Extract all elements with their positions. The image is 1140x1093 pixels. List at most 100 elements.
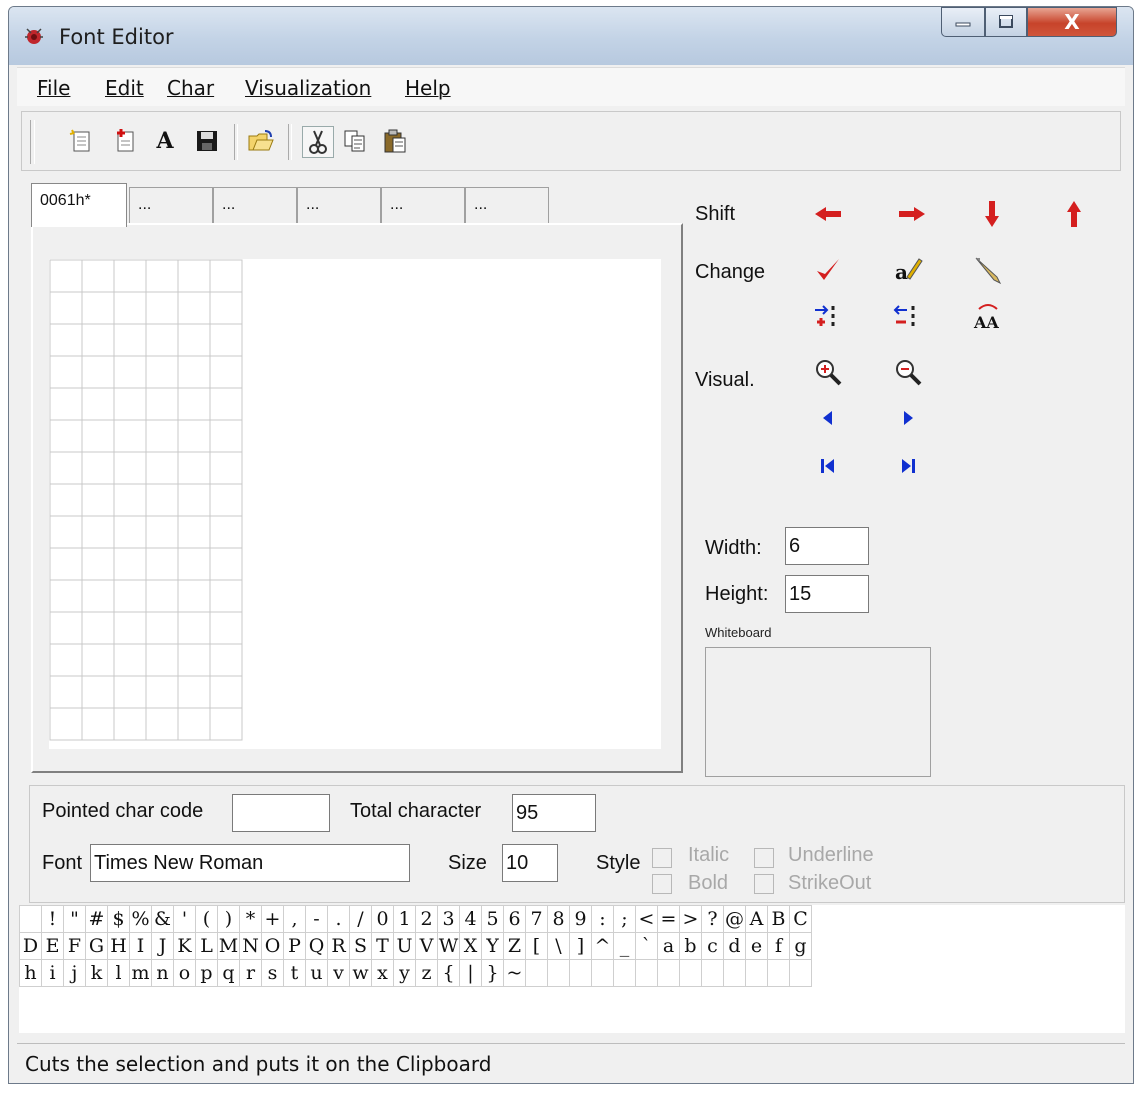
tab-empty-4[interactable]: ...: [381, 187, 465, 227]
pixel-cell[interactable]: [49, 515, 83, 549]
pixel-cell[interactable]: [145, 483, 179, 517]
charmap-cell[interactable]: Y: [481, 932, 504, 960]
charmap-cell[interactable]: T: [371, 932, 394, 960]
pixel-cell[interactable]: [81, 291, 115, 325]
menu-file[interactable]: File: [37, 76, 70, 100]
pixel-cell[interactable]: [145, 291, 179, 325]
underline-checkbox[interactable]: [754, 848, 774, 868]
charmap-cell[interactable]: #: [85, 905, 108, 933]
pixel-cell[interactable]: [145, 323, 179, 357]
pixel-cell[interactable]: [81, 547, 115, 581]
charmap-cell[interactable]: N: [239, 932, 262, 960]
pixel-cell[interactable]: [49, 259, 83, 293]
paste-button[interactable]: [380, 126, 410, 156]
minimize-button[interactable]: [941, 7, 985, 37]
shift-left-button[interactable]: [811, 197, 845, 231]
width-field[interactable]: [785, 527, 869, 565]
charmap-cell[interactable]: 5: [481, 905, 504, 933]
tab-0061h[interactable]: 0061h*: [31, 183, 127, 227]
charmap-cell[interactable]: f: [767, 932, 790, 960]
pixel-cell[interactable]: [177, 515, 211, 549]
charmap-cell[interactable]: !: [41, 905, 64, 933]
charmap-cell[interactable]: i: [41, 959, 64, 987]
zoom-out-button[interactable]: [891, 355, 925, 389]
open-button[interactable]: [246, 126, 276, 156]
insert-column-button[interactable]: [811, 299, 845, 333]
charmap-cell[interactable]: [789, 959, 812, 987]
first-char-button[interactable]: [811, 449, 845, 483]
pixel-cell[interactable]: [81, 643, 115, 677]
size-field[interactable]: [502, 844, 558, 882]
tab-empty-3[interactable]: ...: [297, 187, 381, 227]
pixel-cell[interactable]: [49, 707, 83, 741]
pixel-cell[interactable]: [145, 355, 179, 389]
charmap-cell[interactable]: [679, 959, 702, 987]
pixel-cell[interactable]: [209, 547, 243, 581]
charmap-cell[interactable]: [613, 959, 636, 987]
charmap-cell[interactable]: X: [459, 932, 482, 960]
new-from-font-button[interactable]: [110, 126, 140, 156]
charmap-cell[interactable]: u: [305, 959, 328, 987]
charmap-cell[interactable]: 4: [459, 905, 482, 933]
pixel-cell[interactable]: [49, 323, 83, 357]
charmap-cell[interactable]: .: [327, 905, 350, 933]
zoom-in-button[interactable]: [811, 355, 845, 389]
charmap-cell[interactable]: 2: [415, 905, 438, 933]
tab-empty-2[interactable]: ...: [213, 187, 297, 227]
pixel-cell[interactable]: [177, 611, 211, 645]
save-button[interactable]: [192, 126, 222, 156]
pixel-cell[interactable]: [49, 547, 83, 581]
pixel-cell[interactable]: [113, 547, 147, 581]
charmap-cell[interactable]: [723, 959, 746, 987]
cut-button[interactable]: [302, 126, 334, 158]
pixel-cell[interactable]: [113, 355, 147, 389]
pixel-cell[interactable]: [145, 675, 179, 709]
tab-empty-1[interactable]: ...: [129, 187, 213, 227]
strikeout-checkbox[interactable]: [754, 874, 774, 894]
charmap-cell[interactable]: K: [173, 932, 196, 960]
last-char-button[interactable]: [891, 449, 925, 483]
charmap-cell[interactable]: [701, 959, 724, 987]
pixel-grid[interactable]: [49, 259, 245, 743]
bold-checkbox[interactable]: [652, 874, 672, 894]
pixel-cell[interactable]: [209, 643, 243, 677]
shift-up-button[interactable]: [1057, 197, 1091, 231]
pixel-cell[interactable]: [209, 451, 243, 485]
charmap-cell[interactable]: M: [217, 932, 240, 960]
charmap-cell[interactable]: B: [767, 905, 790, 933]
pixel-cell[interactable]: [113, 643, 147, 677]
charmap-cell[interactable]: p: [195, 959, 218, 987]
charmap-cell[interactable]: E: [41, 932, 64, 960]
pixel-cell[interactable]: [113, 323, 147, 357]
pixel-cell[interactable]: [113, 483, 147, 517]
charmap-cell[interactable]: ,: [283, 905, 306, 933]
charmap-cell[interactable]: 6: [503, 905, 526, 933]
charmap-cell[interactable]: 8: [547, 905, 570, 933]
charmap-cell[interactable]: H: [107, 932, 130, 960]
pixel-cell[interactable]: [81, 419, 115, 453]
pixel-cell[interactable]: [49, 611, 83, 645]
charmap-cell[interactable]: h: [19, 959, 42, 987]
charmap-cell[interactable]: :: [591, 905, 614, 933]
charmap-cell[interactable]: F: [63, 932, 86, 960]
charmap-cell[interactable]: 0: [371, 905, 394, 933]
charmap-cell[interactable]: [657, 959, 680, 987]
pixel-cell[interactable]: [145, 259, 179, 293]
font-button[interactable]: A: [150, 126, 180, 156]
pixel-cell[interactable]: [177, 483, 211, 517]
charmap-cell[interactable]: =: [657, 905, 680, 933]
charmap-cell[interactable]: a: [657, 932, 680, 960]
charmap-cell[interactable]: v: [327, 959, 350, 987]
charmap-cell[interactable]: L: [195, 932, 218, 960]
charmap-cell[interactable]: -: [305, 905, 328, 933]
charmap-cell[interactable]: c: [701, 932, 724, 960]
charmap-cell[interactable]: D: [19, 932, 42, 960]
pixel-cell[interactable]: [177, 451, 211, 485]
charmap-cell[interactable]: k: [85, 959, 108, 987]
pixel-cell[interactable]: [49, 675, 83, 709]
charmap-cell[interactable]: y: [393, 959, 416, 987]
pixel-cell[interactable]: [145, 547, 179, 581]
pixel-cell[interactable]: [113, 611, 147, 645]
pixel-cell[interactable]: [209, 419, 243, 453]
pixel-cell[interactable]: [49, 483, 83, 517]
